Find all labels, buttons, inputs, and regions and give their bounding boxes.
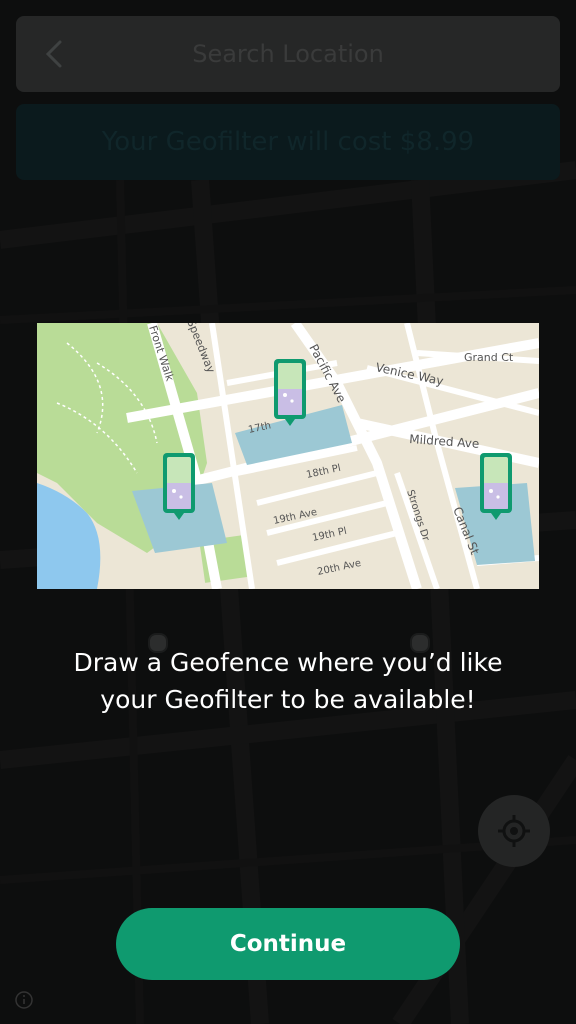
street-label: 20th Ave (316, 558, 362, 578)
instruction-line-2: your Geofilter to be available! (100, 685, 476, 714)
instruction-line-1: Draw a Geofence where you’d like (73, 648, 503, 677)
cost-banner: Your Geofilter will cost $8.99 (16, 104, 560, 180)
geofence-map-illustration: Front Walk Speedway Pacific Ave Grand Ct… (37, 323, 539, 589)
instruction-message: Draw a Geofence where you’d like your Ge… (30, 644, 546, 718)
continue-button[interactable]: Continue (116, 908, 460, 980)
info-icon[interactable] (14, 990, 34, 1010)
crosshair-icon (498, 815, 530, 847)
geofilter-pin-icon (480, 453, 512, 520)
geofilter-pin-icon (163, 453, 195, 520)
street-label: 18th Pl (305, 463, 342, 481)
locate-button[interactable] (478, 795, 550, 867)
street-label: 19th Pl (311, 526, 348, 544)
geofilter-pin-icon (274, 359, 306, 426)
street-label: Grand Ct (464, 351, 514, 364)
search-input[interactable]: Search Location (16, 16, 560, 92)
search-bar[interactable]: Search Location (16, 16, 560, 92)
street-label: Pacific Ave (306, 342, 348, 405)
street-label: Mildred Ave (409, 432, 480, 451)
